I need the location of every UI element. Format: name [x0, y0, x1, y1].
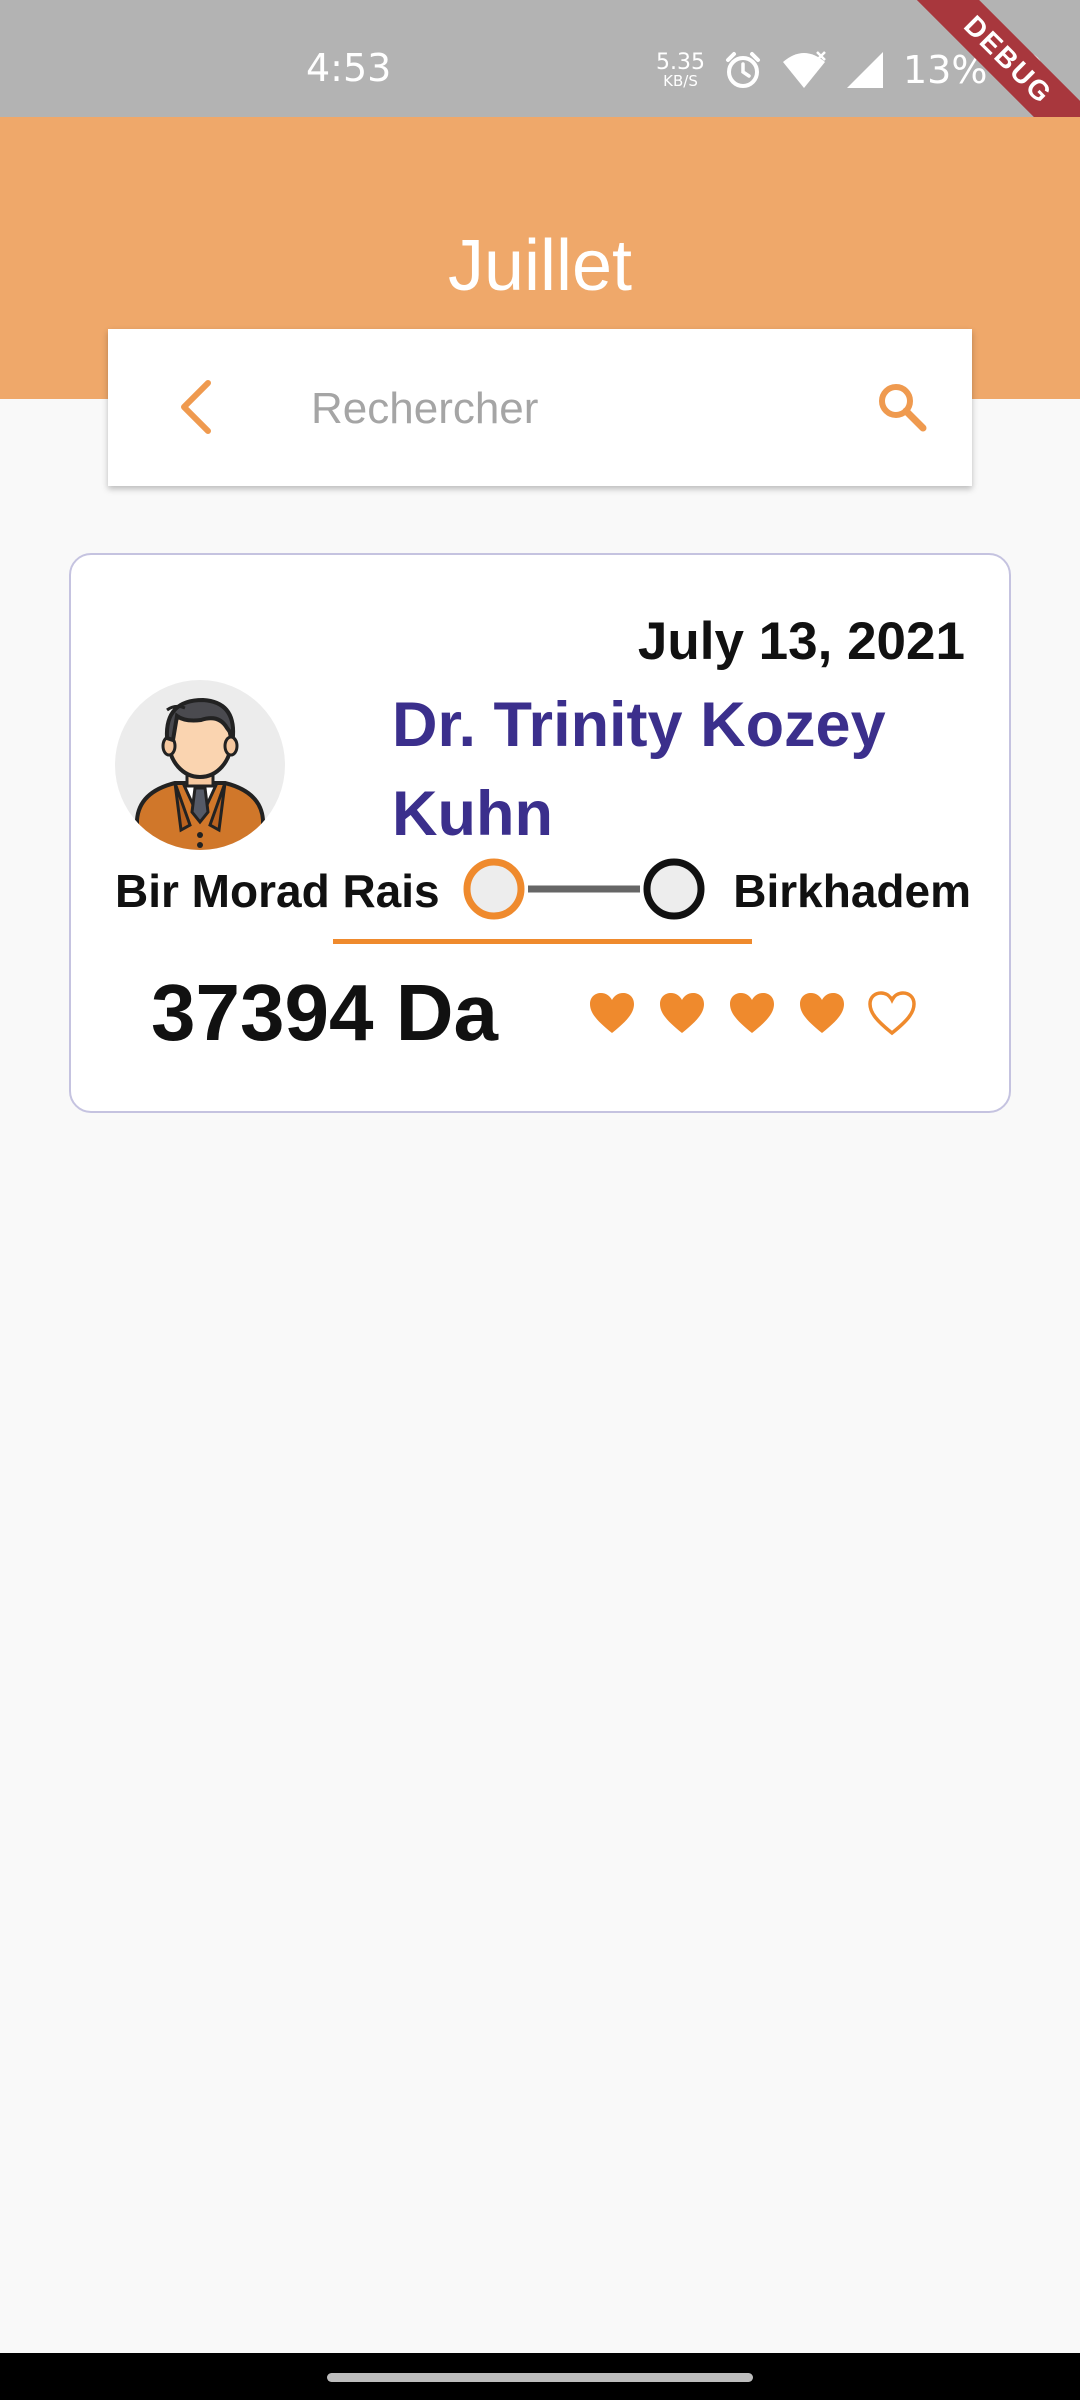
route-divider — [333, 939, 752, 944]
driver-avatar-icon — [135, 697, 265, 850]
trip-date: July 13, 2021 — [637, 612, 965, 671]
search-button[interactable] — [870, 375, 934, 439]
page-title: Juillet — [447, 226, 633, 306]
battery-saver-icon — [1005, 50, 1045, 90]
route-line-icon — [463, 858, 705, 920]
trip-card[interactable]: July 13, 2021 Dr. Trinity Kozey Kuhn Bir… — [69, 553, 1011, 1113]
avatar — [115, 680, 285, 850]
heart-filled-icon — [590, 993, 634, 1033]
trip-price: 37394 Da — [151, 968, 498, 1057]
route-to: Birkhadem — [733, 865, 971, 917]
home-indicator[interactable] — [327, 2373, 753, 2382]
network-speed-unit: KB/S — [663, 71, 698, 90]
heart-outline-icon — [868, 991, 916, 1036]
search-icon — [879, 384, 927, 432]
network-speed: 5.35 KB/S — [656, 49, 705, 90]
search-bar — [108, 329, 972, 486]
signal-icon — [845, 50, 885, 90]
search-input[interactable] — [311, 369, 831, 449]
heart-filled-icon — [730, 993, 774, 1033]
route: Bir Morad Rais Birkhadem — [115, 853, 971, 925]
alarm-icon — [723, 50, 763, 90]
wifi-icon — [781, 50, 827, 90]
status-time: 4:53 — [306, 46, 392, 90]
rating — [587, 990, 917, 1036]
driver-name: Dr. Trinity Kozey Kuhn — [392, 690, 886, 849]
status-icons: 5.35 KB/S 13% — [656, 46, 1045, 94]
battery-percent: 13% — [902, 48, 988, 92]
heart-filled-icon — [800, 993, 844, 1033]
route-from: Bir Morad Rais — [115, 865, 440, 917]
status-bar: 4:53 5.35 KB/S 13% — [0, 0, 1080, 117]
back-button[interactable] — [164, 375, 228, 439]
network-speed-value: 5.35 — [656, 49, 705, 75]
chevron-left-icon — [181, 380, 211, 434]
heart-filled-icon — [660, 993, 704, 1033]
